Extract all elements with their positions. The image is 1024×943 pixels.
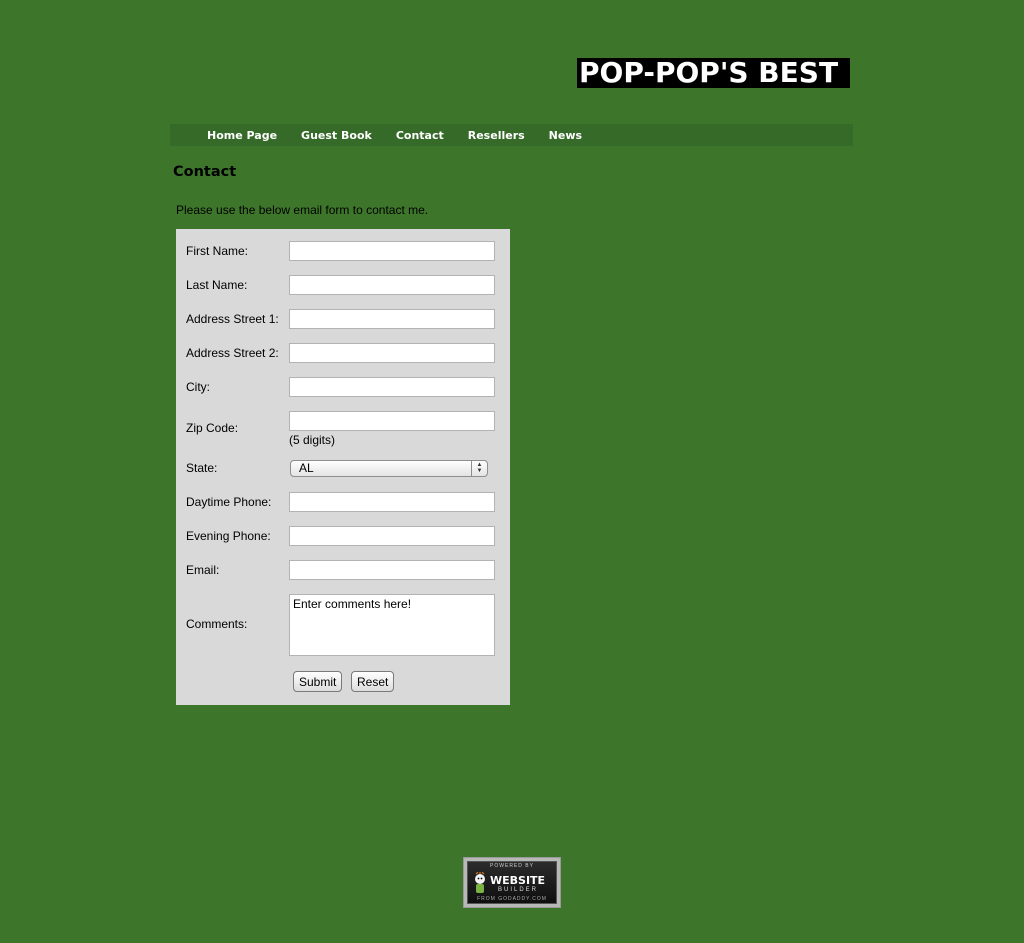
mascot-icon — [475, 872, 485, 893]
first-name-input[interactable] — [289, 241, 495, 261]
address1-input[interactable] — [289, 309, 495, 329]
site-title: POP-POP'S BEST — [577, 58, 850, 88]
city-input[interactable] — [289, 377, 495, 397]
reset-button[interactable]: Reset — [351, 671, 395, 692]
email-label: Email: — [186, 563, 220, 577]
state-label: State: — [186, 461, 218, 475]
nav-item-resellers[interactable]: Resellers — [456, 129, 537, 142]
main-navigation: Home Page Guest Book Contact Resellers N… — [170, 124, 853, 146]
submit-button[interactable]: Submit — [293, 671, 343, 692]
badge-main-text: WEBSITE — [490, 874, 546, 887]
last-name-label: Last Name: — [186, 278, 248, 292]
zip-label: Zip Code: — [186, 421, 239, 435]
badge-bottom-text: FROM GODADDY.COM — [477, 896, 547, 902]
state-selected-value: AL — [299, 461, 314, 475]
zip-input[interactable] — [289, 411, 495, 431]
comments-label: Comments: — [186, 617, 248, 631]
first-name-label: First Name: — [186, 244, 249, 258]
address1-label: Address Street 1: — [186, 312, 279, 326]
day-phone-label: Daytime Phone: — [186, 495, 272, 509]
page-title: Contact — [173, 164, 237, 180]
badge-top-text: POWERED BY — [490, 863, 534, 869]
state-select[interactable]: AL ▲ ▼ — [290, 460, 488, 477]
evening-phone-input[interactable] — [289, 526, 495, 546]
zip-hint: (5 digits) — [289, 433, 336, 447]
address2-input[interactable] — [289, 343, 495, 363]
nav-item-guest-book[interactable]: Guest Book — [289, 129, 384, 142]
badge-inner: POWERED BY WEBSITE BUILDER FROM GODADDY.… — [467, 861, 557, 904]
contact-form: First Name: Last Name: Address Street 1:… — [176, 229, 510, 705]
select-arrows-icon: ▲ ▼ — [471, 461, 487, 476]
comments-textarea[interactable]: Enter comments here! — [289, 594, 495, 656]
day-phone-input[interactable] — [289, 492, 495, 512]
nav-item-news[interactable]: News — [537, 129, 594, 142]
address2-label: Address Street 2: — [186, 346, 279, 360]
nav-item-home-page[interactable]: Home Page — [195, 129, 289, 142]
nav-item-contact[interactable]: Contact — [384, 129, 456, 142]
website-builder-badge[interactable]: POWERED BY WEBSITE BUILDER FROM GODADDY.… — [463, 857, 561, 908]
city-label: City: — [186, 380, 210, 394]
intro-text: Please use the below email form to conta… — [176, 203, 429, 217]
last-name-input[interactable] — [289, 275, 495, 295]
evening-phone-label: Evening Phone: — [186, 529, 271, 543]
email-input[interactable] — [289, 560, 495, 580]
badge-sub-text: BUILDER — [498, 887, 539, 893]
